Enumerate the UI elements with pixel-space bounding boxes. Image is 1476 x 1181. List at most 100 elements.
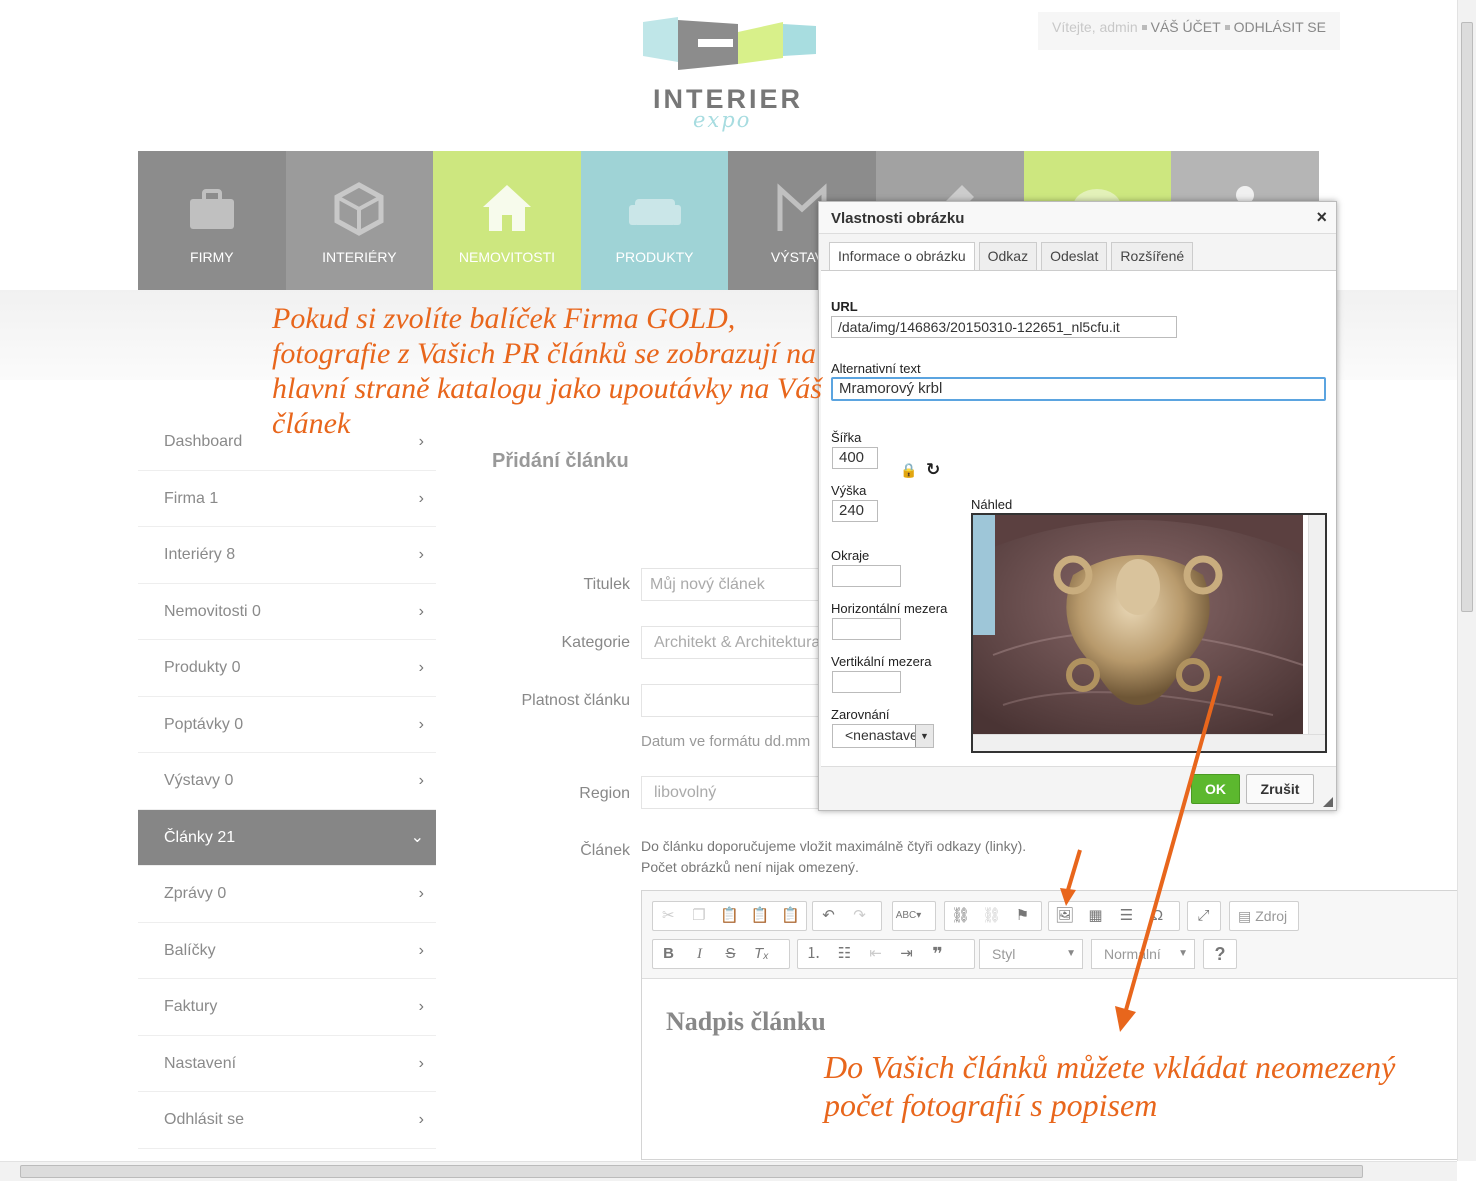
link-icon[interactable]: ⛓ [945, 902, 976, 930]
tab-link[interactable]: Odkaz [978, 242, 1038, 270]
style-dropdown[interactable]: Styl ▼ [979, 939, 1083, 969]
bold-icon[interactable]: B [653, 940, 684, 968]
sidebar-item-label: Firma 1 [164, 489, 219, 507]
nav-tile[interactable]: INTERIÉRY [285, 151, 434, 290]
align-select[interactable]: <nenastaveno> ▼ [832, 724, 934, 748]
logout-link[interactable]: ODHLÁSIT SE [1234, 19, 1326, 35]
reset-size-icon[interactable]: ↻ [926, 460, 940, 480]
sidebar-item-produkty[interactable]: Produkty 0 › [138, 640, 436, 697]
platnost-label: Platnost článku [521, 692, 630, 709]
alt-text-label: Alternativní text [831, 361, 921, 376]
format-dropdown[interactable]: Normální ▼ [1091, 939, 1195, 969]
sidebar-item-poptavky[interactable]: Poptávky 0 › [138, 697, 436, 753]
sidebar-item-label: Nemovitosti 0 [164, 602, 261, 620]
special-char-icon[interactable]: Ω [1142, 902, 1173, 930]
image-icon[interactable]: 🖼 [1049, 902, 1080, 930]
fireplace-ornament-image [973, 515, 1304, 735]
link-group: ⛓ ⛓ ⚑ [944, 901, 1042, 931]
kategorie-select[interactable]: Architekt & Architektura [641, 626, 841, 659]
close-icon[interactable]: × [1316, 207, 1327, 228]
chevron-right-icon: › [418, 772, 424, 789]
logo-subtext: expo [693, 108, 752, 132]
sidebar-item-nemovitosti[interactable]: Nemovitosti 0 › [138, 584, 436, 640]
sidebar-item-label: Faktury [164, 998, 218, 1015]
width-label: Šířka [831, 430, 862, 445]
sidebar-item-label: Články 21 [164, 828, 236, 846]
alt-text-input[interactable]: Mramorový krbl [831, 377, 1326, 401]
anchor-flag-icon[interactable]: ⚑ [1007, 902, 1038, 930]
numbered-list-icon[interactable]: ⒈ [798, 940, 829, 968]
image-info-panel: URL /data/img/146863/20150310-122651_nl5… [821, 270, 1336, 767]
url-input[interactable]: /data/img/146863/20150310-122651_nl5cfu.… [831, 316, 1177, 338]
logo[interactable]: INTERIER expo [638, 14, 818, 144]
lock-ratio-icon[interactable]: 🔒 [900, 462, 917, 479]
article-heading[interactable]: Nadpis článku [666, 1007, 826, 1037]
nav-tile[interactable]: NEMOVITOSTI [433, 151, 581, 290]
separator [1141, 24, 1147, 30]
resize-handle-icon[interactable] [1323, 797, 1333, 807]
spellcheck-icon[interactable]: ABC▾ [893, 902, 924, 930]
browser-vertical-scrollbar[interactable] [1457, 0, 1476, 1161]
unlink-icon[interactable]: ⛓ [976, 902, 1007, 930]
hspace-input[interactable] [832, 618, 901, 640]
titulek-label: Titulek [583, 576, 630, 593]
article-hint-links: Do článku doporučujeme vložit maximálně … [641, 838, 1027, 854]
cut-icon[interactable]: ✂ [653, 902, 684, 930]
strike-icon[interactable]: S [715, 940, 746, 968]
bulleted-list-icon[interactable]: ☷ [829, 940, 860, 968]
height-input[interactable]: 240 [832, 500, 878, 522]
chevron-right-icon: › [418, 941, 424, 959]
tab-upload[interactable]: Odeslat [1041, 242, 1108, 270]
tab-image-info[interactable]: Informace o obrázku [829, 242, 975, 270]
paste-icon[interactable]: 📋 [714, 902, 745, 930]
platnost-input[interactable] [641, 684, 841, 717]
copy-icon[interactable]: ❐ [684, 902, 715, 930]
preview-vertical-scrollbar[interactable] [1308, 515, 1325, 735]
tab-advanced[interactable]: Rozšířené [1111, 242, 1194, 270]
vspace-input[interactable] [832, 671, 901, 693]
sidebar-item-faktury[interactable]: Faktury › [138, 979, 436, 1036]
blockquote-icon[interactable]: ❞ [922, 940, 953, 968]
sidebar-item-nastaveni[interactable]: Nastavení › [138, 1036, 436, 1092]
outdent-icon[interactable]: ⇤ [860, 940, 891, 968]
redo-icon[interactable]: ↷ [844, 902, 875, 930]
chevron-right-icon: › [418, 489, 424, 507]
welcome-text: Vítejte, admin [1052, 19, 1138, 35]
sidebar-item-zpravy[interactable]: Zprávy 0 › [138, 866, 436, 923]
sidebar-item-vystavy[interactable]: Výstavy 0 › [138, 753, 436, 810]
width-input[interactable]: 400 [832, 447, 878, 469]
sidebar-item-label: Výstavy 0 [164, 772, 234, 789]
scroll-thumb[interactable] [20, 1165, 1363, 1178]
nav-tile[interactable]: FIRMY [138, 151, 286, 290]
region-select[interactable]: libovolný [641, 776, 841, 809]
sidebar-item-interiery[interactable]: Interiéry 8 › [138, 527, 436, 584]
chevron-right-icon: › [418, 885, 424, 902]
border-input[interactable] [832, 565, 901, 587]
table-icon[interactable]: ▦ [1080, 902, 1111, 930]
cancel-button[interactable]: Zrušit [1246, 774, 1314, 804]
sidebar-item-firma[interactable]: Firma 1 › [138, 471, 436, 527]
undo-icon[interactable]: ↶ [813, 902, 844, 930]
help-button[interactable]: ? [1203, 939, 1237, 969]
ok-button[interactable]: OK [1191, 774, 1240, 804]
source-button[interactable]: ▤ Zdroj [1229, 901, 1299, 931]
titulek-input[interactable]: Můj nový článek [641, 568, 841, 601]
italic-icon[interactable]: I [684, 940, 715, 968]
paste-word-icon[interactable]: 📋 [775, 902, 806, 930]
paste-text-icon[interactable]: 📋 [745, 902, 776, 930]
region-label: Region [579, 785, 630, 802]
remove-format-icon[interactable]: Tₓ [746, 940, 777, 968]
scroll-thumb[interactable] [1461, 22, 1473, 612]
maximize-icon[interactable]: ⤢ [1188, 902, 1219, 930]
sidebar-item-odhlasit[interactable]: Odhlásit se › [138, 1092, 436, 1149]
preview-horizontal-scrollbar[interactable] [973, 734, 1325, 751]
sidebar-item-clanky[interactable]: Články 21 ⌄ [138, 809, 436, 866]
indent-icon[interactable]: ⇥ [891, 940, 922, 968]
account-link[interactable]: VÁŠ ÚČET [1151, 19, 1221, 35]
nav-tile[interactable]: PRODUKTY [580, 151, 729, 290]
sidebar-item-balicky[interactable]: Balíčky › [138, 923, 436, 979]
chevron-right-icon: › [418, 659, 424, 676]
browser-horizontal-scrollbar[interactable] [0, 1161, 1457, 1181]
style-dropdown-label: Styl [992, 946, 1016, 962]
horizontal-line-icon[interactable]: ☰ [1111, 902, 1142, 930]
